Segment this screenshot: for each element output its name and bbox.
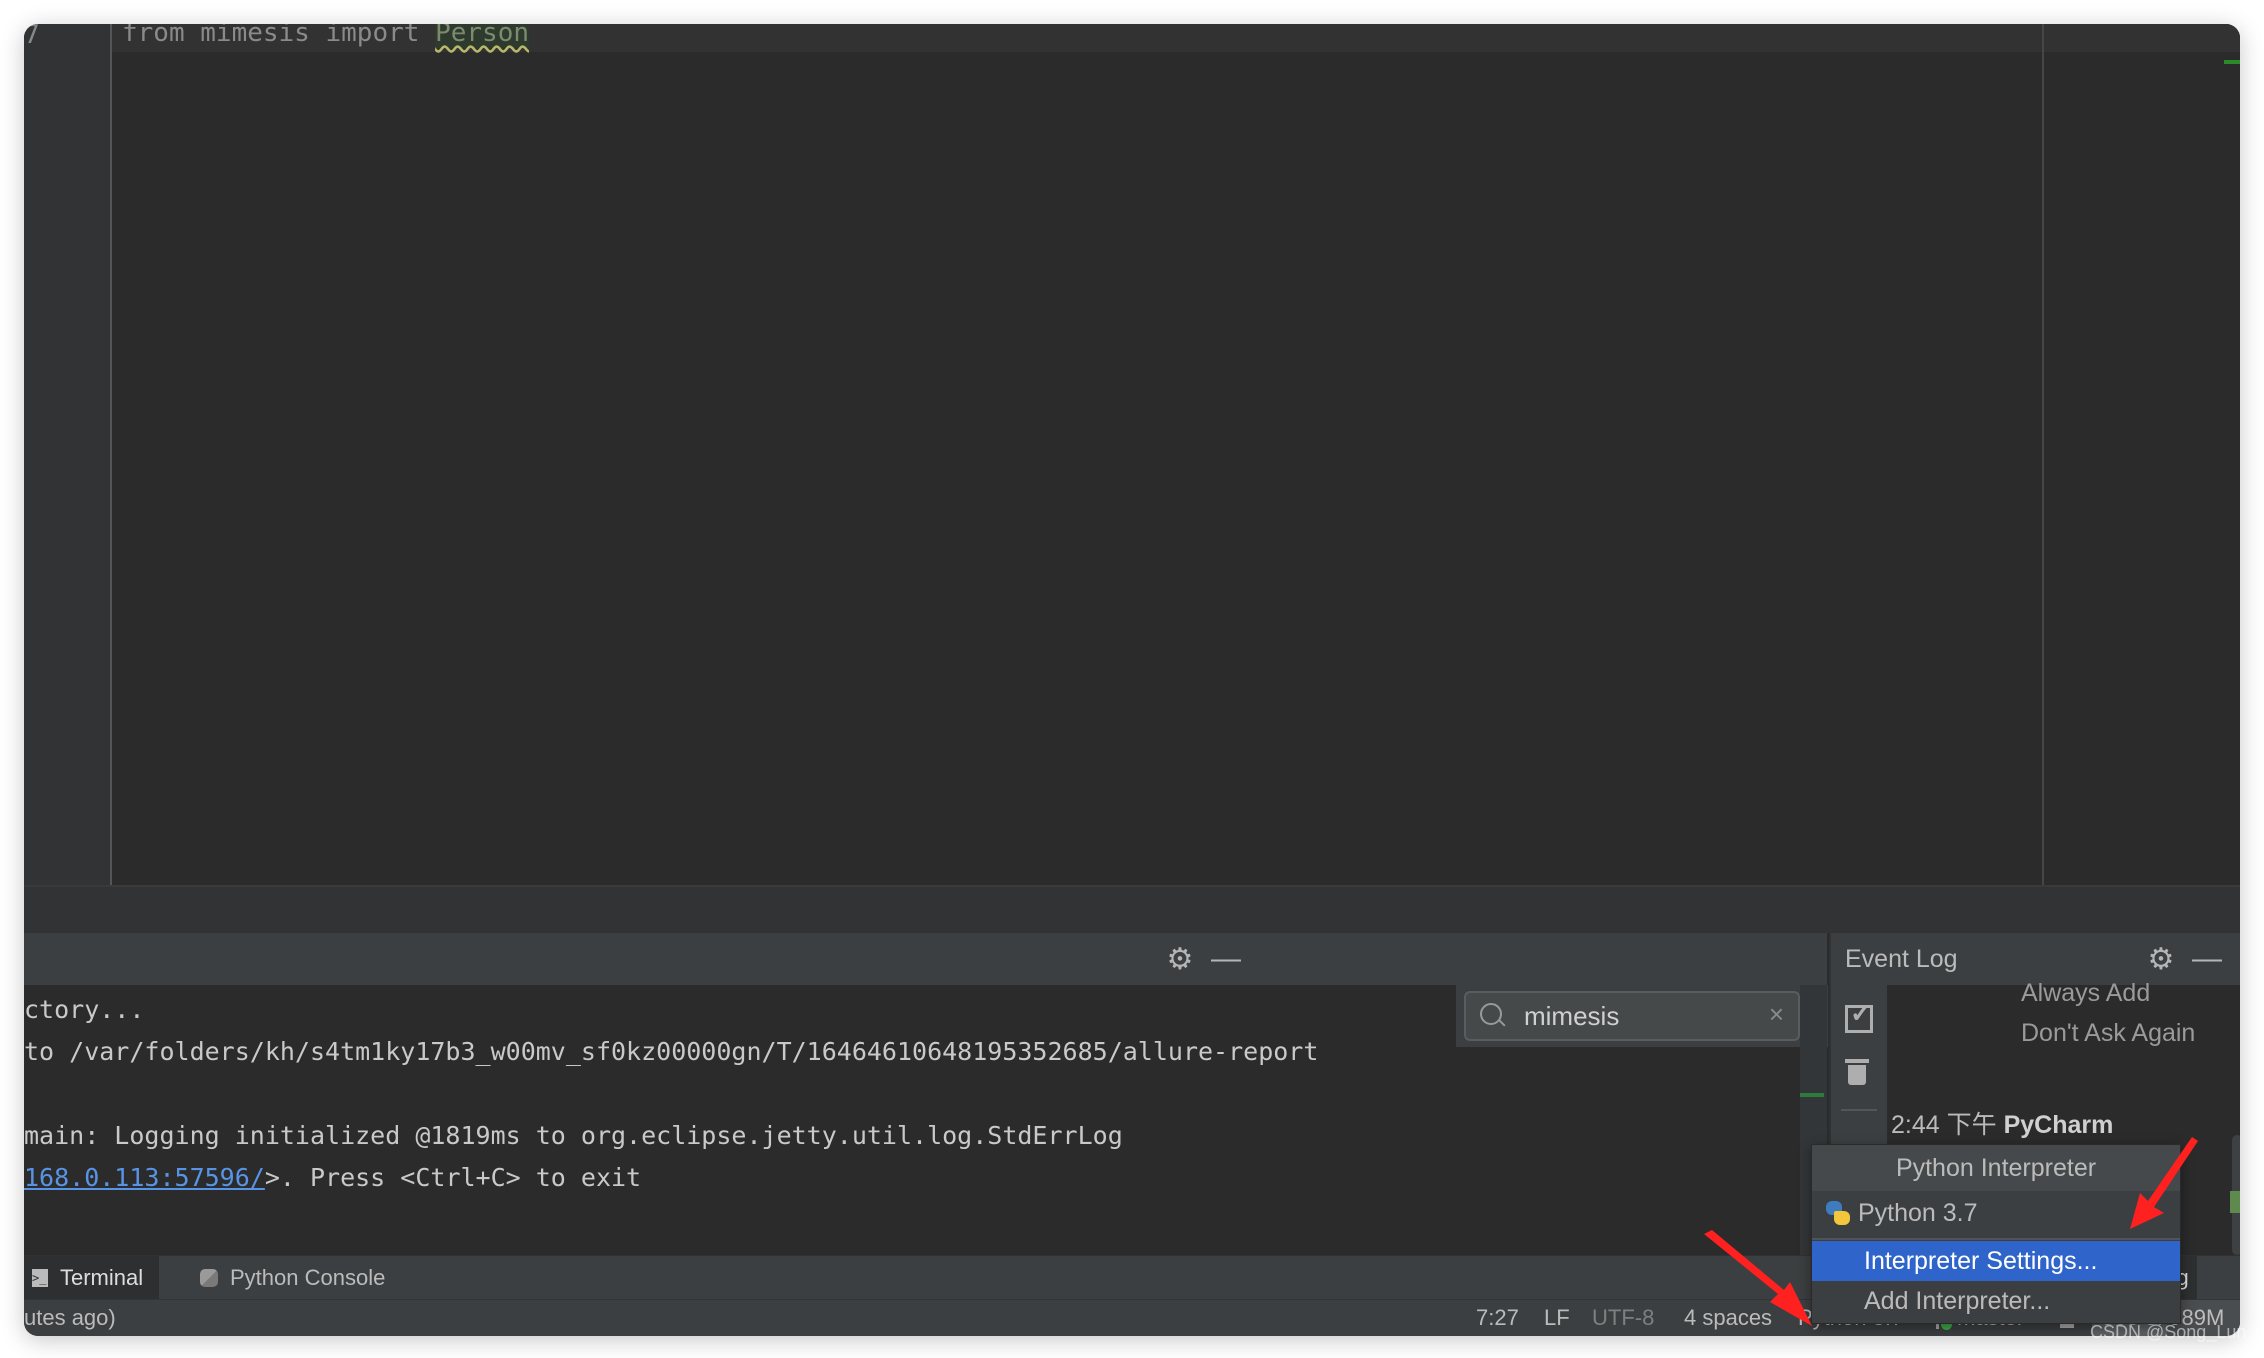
always-add-link[interactable]: Always Add: [2021, 979, 2150, 1008]
event-time: 2:44 下午: [1891, 1111, 1997, 1139]
mark-all-read-icon[interactable]: [1845, 998, 1873, 1033]
menu-separator: [1812, 1238, 2180, 1240]
event-source: PyCharm: [2003, 1111, 2114, 1139]
code-editor[interactable]: 7 from mimesis import Person: [24, 24, 2240, 885]
dont-ask-again-link[interactable]: Don't Ask Again: [2021, 1019, 2195, 1048]
watermark: CSDN @Song_Lun: [2090, 1322, 2247, 1342]
menu-item-label: Add Interpreter...: [1864, 1287, 2051, 1315]
tab-label: Terminal: [60, 1264, 144, 1290]
toolbar-separator: [1841, 1109, 1877, 1111]
code-line[interactable]: from mimesis import Person: [122, 24, 529, 48]
status-message[interactable]: utes ago): [24, 1305, 116, 1331]
add-interpreter-item[interactable]: Add Interpreter...: [1812, 1281, 2180, 1321]
indent-setting[interactable]: 4 spaces: [1684, 1305, 1772, 1331]
tab-label: Python Console: [230, 1264, 386, 1290]
code-text: from mimesis import: [122, 24, 436, 48]
python-icon: [200, 1268, 218, 1287]
terminal-icon: >_: [32, 1268, 48, 1287]
search-input[interactable]: mimesis ×: [1464, 991, 1800, 1041]
tab-terminal[interactable]: >_ Terminal: [24, 1256, 160, 1299]
caret-position[interactable]: 7:27: [1476, 1305, 1519, 1331]
interpreter-popup: Python Interpreter Python 3.7 Interprete…: [1811, 1144, 2181, 1324]
terminal-line: to /var/folders/kh/s4tm1ky17b3_w00mv_sf0…: [24, 1037, 1319, 1066]
menu-item-label: Python 3.7: [1858, 1199, 1978, 1227]
right-margin-guide: [2042, 24, 2044, 885]
menu-item-label: Interpreter Settings...: [1864, 1247, 2098, 1275]
terminal-line: ctory...: [24, 995, 145, 1024]
minimize-icon[interactable]: —: [1206, 933, 1246, 985]
popup-title: Python Interpreter: [1812, 1145, 2180, 1191]
search-value: mimesis: [1524, 1001, 1620, 1031]
trash-icon[interactable]: [1845, 1059, 1869, 1085]
terminal-search-bar: mimesis ×: [1456, 985, 1828, 1047]
status-marker: [2230, 1191, 2240, 1213]
editor-gutter: 7: [24, 24, 112, 885]
search-icon: [1480, 1003, 1502, 1025]
terminal-line: 168.0.113:57596/>. Press <Ctrl+C> to exi…: [24, 1163, 641, 1192]
python-logo-icon: [1826, 1201, 1850, 1225]
terminal-header: ⚙ —: [24, 933, 1827, 986]
minimize-icon[interactable]: —: [2187, 933, 2227, 985]
server-line-text: >. Press <Ctrl+C> to exit: [264, 1163, 642, 1192]
file-encoding[interactable]: UTF-8: [1592, 1305, 1654, 1331]
event-entry-header: 2:44 下午 PyCharm: [1891, 1105, 2113, 1141]
terminal-output[interactable]: ctory... to /var/folders/kh/s4tm1ky17b3_…: [24, 985, 1828, 1255]
change-marker[interactable]: [2224, 60, 2240, 64]
gear-icon[interactable]: ⚙: [1160, 933, 1200, 985]
interpreter-settings-item[interactable]: Interpreter Settings...: [1812, 1241, 2180, 1281]
server-link[interactable]: 168.0.113:57596/: [24, 1163, 265, 1192]
event-log-title: Event Log: [1845, 945, 1958, 973]
unresolved-reference[interactable]: Person: [435, 24, 529, 48]
gear-icon[interactable]: ⚙: [2141, 933, 2181, 985]
breadcrumb-strip: [24, 887, 2240, 933]
line-number: 7: [24, 24, 40, 50]
interpreter-option-python-3-7[interactable]: Python 3.7: [1812, 1193, 2180, 1233]
terminal-line: main: Logging initialized @1819ms to org…: [24, 1121, 1123, 1150]
event-log-header: Event Log ⚙ —: [1829, 933, 2240, 985]
tab-python-console[interactable]: Python Console: [184, 1256, 401, 1299]
search-match-marker: [1800, 1093, 1824, 1097]
ide-window: 7 from mimesis import Person ⚙ — Event L…: [24, 24, 2240, 1336]
close-icon[interactable]: ×: [1769, 999, 1784, 1030]
line-separator[interactable]: LF: [1544, 1305, 1570, 1331]
